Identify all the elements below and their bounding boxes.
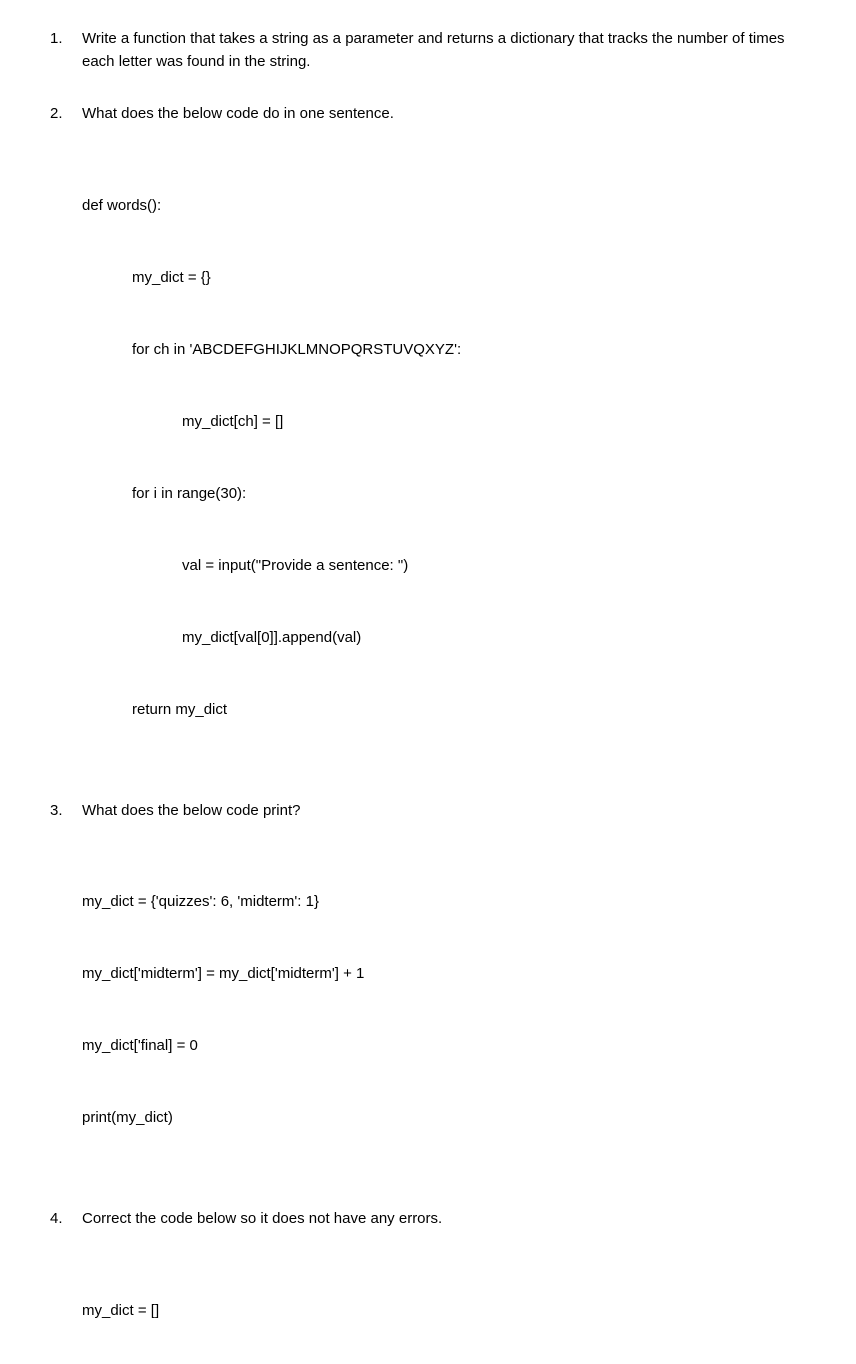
code-line: return my_dict [82,698,806,722]
code-block: def words(): my_dict = {} for ch in 'ABC… [82,146,806,770]
question-text: Write a function that takes a string as … [82,28,806,73]
code-line: my_dict[ch] = [] [82,410,806,434]
question-text: Correct the code below so it does not ha… [82,1208,806,1231]
code-line: my_dict = {} [82,266,806,290]
code-line: my_dict['midterm'] = my_dict['midterm'] … [82,962,806,986]
code-line: my_dict = {'quizzes': 6, 'midterm': 1} [82,890,806,914]
question-item-4: Correct the code below so it does not ha… [50,1208,806,1364]
code-line: for ch in 'ABCDEFGHIJKLMNOPQRSTUVQXYZ': [82,338,806,362]
code-line: my_dict[val[0]].append(val) [82,626,806,650]
question-item-1: Write a function that takes a string as … [50,28,806,73]
code-line: my_dict = [] [82,1299,806,1323]
code-line: print(my_dict) [82,1106,806,1130]
question-text: What does the below code print? [82,800,806,823]
code-line: def words(): [82,194,806,218]
question-text: What does the below code do in one sente… [82,103,806,126]
code-block: my_dict = [] my_dict['first'] = 1 my_dic… [82,1251,806,1364]
code-line: my_dict['final] = 0 [82,1034,806,1058]
code-block: my_dict = {'quizzes': 6, 'midterm': 1} m… [82,842,806,1178]
question-item-2: What does the below code do in one sente… [50,103,806,770]
question-list: Write a function that takes a string as … [50,28,806,1364]
question-item-3: What does the below code print? my_dict … [50,800,806,1179]
code-line: val = input("Provide a sentence: ") [82,554,806,578]
code-line: for i in range(30): [82,482,806,506]
